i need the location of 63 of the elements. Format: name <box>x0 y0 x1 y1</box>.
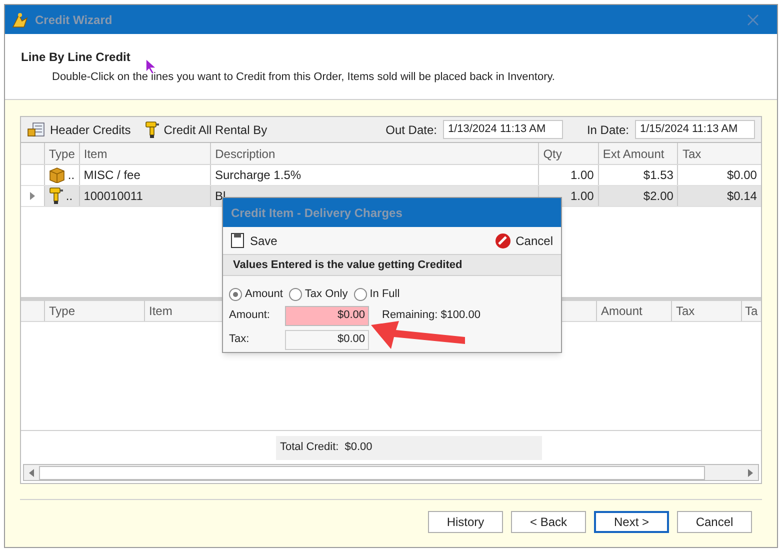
radio-button[interactable] <box>229 288 242 301</box>
radio-button[interactable] <box>288 288 302 301</box>
wizard-button[interactable]: < Back <box>511 511 586 533</box>
dialog-title: Credit Item - Delivery Charges <box>231 204 402 222</box>
total-credit-label: Total Credit: <box>280 440 339 456</box>
radio-option[interactable]: Tax Only <box>288 286 348 302</box>
cancel-icon <box>494 232 511 248</box>
radio-option[interactable]: Amount <box>229 286 283 302</box>
row-indicator-icon <box>30 192 35 200</box>
table-cell-text: 1.00 <box>570 167 594 184</box>
documents-icon <box>27 122 45 138</box>
date-field[interactable]: 1/15/2024 11:13 AM <box>635 120 755 139</box>
table-cell-text: 1.00 <box>570 188 594 205</box>
dialog-banner: Values Entered is the value getting Credited <box>223 254 561 276</box>
wizard-button[interactable]: Next > <box>594 511 669 533</box>
date-label: In Date: <box>586 122 629 138</box>
amount-label: Amount: <box>229 308 271 324</box>
tax-label: Tax: <box>229 332 250 348</box>
toolbar-button[interactable]: Credit All Rental By <box>144 120 268 138</box>
window-title: Credit Wizard <box>35 12 112 28</box>
date-label: Out Date: <box>386 122 437 138</box>
column-header[interactable]: Ext Amount <box>598 143 678 164</box>
table-cell-text: $1.53 <box>643 167 674 184</box>
wizard-icon <box>11 12 29 28</box>
drill-icon <box>48 187 63 205</box>
table-cell-text: $2.00 <box>643 188 674 205</box>
drill-icon <box>144 120 159 138</box>
column-header[interactable]: Tax <box>671 301 741 321</box>
table-cell-text: $0.00 <box>726 167 757 184</box>
page-heading: Line By Line Credit <box>21 49 130 66</box>
column-header[interactable]: Qty <box>538 143 598 164</box>
radio-button[interactable] <box>354 288 367 301</box>
save-button[interactable]: Save <box>231 232 278 250</box>
scrollbar-thumb[interactable] <box>39 466 705 480</box>
toolbar-button[interactable]: Header Credits <box>27 120 131 138</box>
horizontal-scrollbar[interactable] <box>23 464 759 481</box>
scroll-right-icon[interactable] <box>748 468 753 476</box>
column-header[interactable]: Tax <box>677 143 761 164</box>
table-row[interactable]: .. MISC / fee Surcharge 1.5% 1.00 $1.53 $0.00 <box>21 165 761 186</box>
table-cell-text: Surcharge 1.5% <box>214 167 302 184</box>
column-header[interactable]: Item <box>78 143 210 164</box>
table-cell-text: $0.14 <box>726 188 757 205</box>
remaining-text: Remaining: $100.00 <box>382 308 480 324</box>
column-header[interactable]: Type <box>44 143 79 164</box>
table-cell-text: .. <box>68 167 75 184</box>
column-header[interactable]: Amount <box>596 301 671 321</box>
amount-field[interactable]: $0.00 <box>285 306 369 326</box>
column-header[interactable]: Type <box>44 301 144 321</box>
scroll-left-icon[interactable] <box>29 468 34 476</box>
table-cell-text: MISC / fee <box>84 167 140 184</box>
table-cell-text: .. <box>66 188 73 205</box>
total-credit-value: $0.00 <box>344 440 372 456</box>
column-header[interactable]: Description <box>210 143 538 164</box>
column-header[interactable]: Ta <box>741 301 761 321</box>
date-field[interactable]: 1/13/2024 11:13 AM <box>442 120 563 139</box>
wizard-button[interactable]: History <box>428 511 503 533</box>
cancel-button[interactable]: Cancel <box>494 232 553 250</box>
box-icon <box>48 167 65 183</box>
radio-option[interactable]: In Full <box>354 286 400 302</box>
table-cell-text: 100010011 <box>84 188 143 205</box>
tax-field[interactable]: $0.00 <box>285 330 369 350</box>
instruction-text: Double-Click on the lines you want to Credit from this Order, Items sold will be placed back in Inventory. <box>52 70 555 85</box>
wizard-button[interactable]: Cancel <box>677 511 752 533</box>
